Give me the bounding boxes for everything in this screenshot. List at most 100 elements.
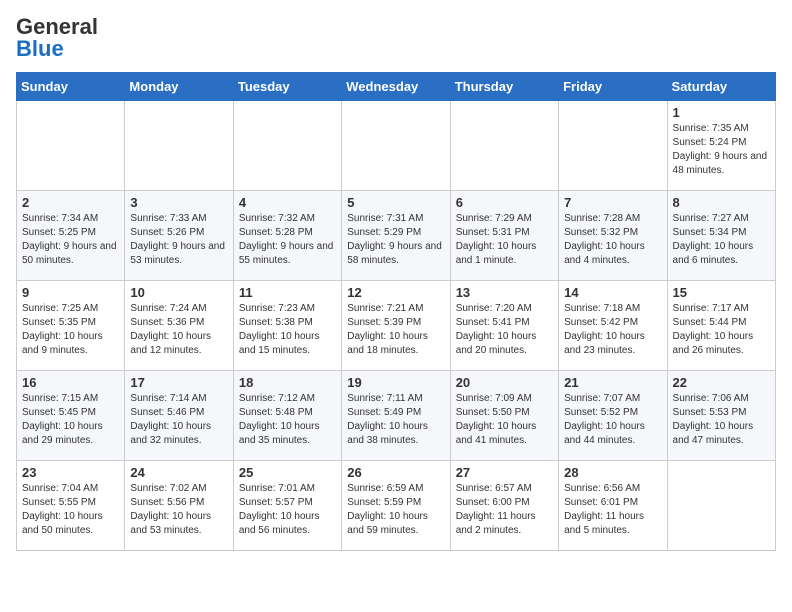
day-info: Sunrise: 7:24 AM Sunset: 5:36 PM Dayligh… [130,302,227,358]
day-number: 26 [347,465,444,480]
day-number: 13 [456,285,553,300]
calendar-cell: 13 Sunrise: 7:20 AM Sunset: 5:41 PM Dayli… [450,281,558,371]
weekday-header-sunday: Sunday [17,73,125,101]
calendar-cell: 6 Sunrise: 7:29 AM Sunset: 5:31 PM Daylig… [450,191,558,281]
day-number: 21 [564,375,661,390]
calendar-cell: 25 Sunrise: 7:01 AM Sunset: 5:57 PM Dayli… [233,461,341,551]
day-info: Sunrise: 7:28 AM Sunset: 5:32 PM Dayligh… [564,212,661,268]
weekday-header-tuesday: Tuesday [233,73,341,101]
day-number: 4 [239,195,336,210]
weekday-header-saturday: Saturday [667,73,775,101]
day-info: Sunrise: 7:11 AM Sunset: 5:49 PM Dayligh… [347,392,444,448]
calendar-cell: 27 Sunrise: 6:57 AM Sunset: 6:00 PM Dayli… [450,461,558,551]
week-row-1: 1 Sunrise: 7:35 AM Sunset: 5:24 PM Daylig… [17,101,776,191]
logo-text: General Blue [16,16,98,60]
day-number: 15 [673,285,770,300]
day-info: Sunrise: 7:14 AM Sunset: 5:46 PM Dayligh… [130,392,227,448]
day-info: Sunrise: 7:32 AM Sunset: 5:28 PM Dayligh… [239,212,336,268]
calendar-cell [559,101,667,191]
calendar-cell [667,461,775,551]
day-number: 23 [22,465,119,480]
day-info: Sunrise: 7:17 AM Sunset: 5:44 PM Dayligh… [673,302,770,358]
day-info: Sunrise: 7:21 AM Sunset: 5:39 PM Dayligh… [347,302,444,358]
day-number: 6 [456,195,553,210]
day-info: Sunrise: 7:07 AM Sunset: 5:52 PM Dayligh… [564,392,661,448]
day-info: Sunrise: 7:23 AM Sunset: 5:38 PM Dayligh… [239,302,336,358]
calendar-cell: 11 Sunrise: 7:23 AM Sunset: 5:38 PM Dayli… [233,281,341,371]
day-number: 14 [564,285,661,300]
calendar-cell: 10 Sunrise: 7:24 AM Sunset: 5:36 PM Dayli… [125,281,233,371]
day-number: 25 [239,465,336,480]
day-number: 5 [347,195,444,210]
week-row-4: 16 Sunrise: 7:15 AM Sunset: 5:45 PM Dayli… [17,371,776,461]
day-number: 11 [239,285,336,300]
day-number: 20 [456,375,553,390]
calendar-cell: 3 Sunrise: 7:33 AM Sunset: 5:26 PM Daylig… [125,191,233,281]
calendar-cell: 28 Sunrise: 6:56 AM Sunset: 6:01 PM Dayli… [559,461,667,551]
day-number: 17 [130,375,227,390]
day-info: Sunrise: 7:20 AM Sunset: 5:41 PM Dayligh… [456,302,553,358]
day-info: Sunrise: 7:15 AM Sunset: 5:45 PM Dayligh… [22,392,119,448]
calendar-cell: 4 Sunrise: 7:32 AM Sunset: 5:28 PM Daylig… [233,191,341,281]
day-number: 3 [130,195,227,210]
day-number: 12 [347,285,444,300]
day-number: 28 [564,465,661,480]
day-info: Sunrise: 7:35 AM Sunset: 5:24 PM Dayligh… [673,122,770,178]
calendar-cell: 14 Sunrise: 7:18 AM Sunset: 5:42 PM Dayli… [559,281,667,371]
day-info: Sunrise: 7:29 AM Sunset: 5:31 PM Dayligh… [456,212,553,268]
day-info: Sunrise: 6:56 AM Sunset: 6:01 PM Dayligh… [564,482,661,538]
logo: General Blue [16,16,98,60]
day-info: Sunrise: 7:34 AM Sunset: 5:25 PM Dayligh… [22,212,119,268]
day-number: 9 [22,285,119,300]
calendar-cell: 20 Sunrise: 7:09 AM Sunset: 5:50 PM Dayli… [450,371,558,461]
week-row-2: 2Sunrise: 7:34 AM Sunset: 5:25 PM Daylig… [17,191,776,281]
day-number: 10 [130,285,227,300]
day-number: 22 [673,375,770,390]
day-info: Sunrise: 7:06 AM Sunset: 5:53 PM Dayligh… [673,392,770,448]
logo-blue: Blue [16,36,64,61]
calendar-cell: 26 Sunrise: 6:59 AM Sunset: 5:59 PM Dayli… [342,461,450,551]
calendar-cell: 2Sunrise: 7:34 AM Sunset: 5:25 PM Daylig… [17,191,125,281]
calendar-cell: 12 Sunrise: 7:21 AM Sunset: 5:39 PM Dayli… [342,281,450,371]
calendar-table: SundayMondayTuesdayWednesdayThursdayFrid… [16,72,776,551]
day-info: Sunrise: 7:33 AM Sunset: 5:26 PM Dayligh… [130,212,227,268]
calendar-cell: 1 Sunrise: 7:35 AM Sunset: 5:24 PM Daylig… [667,101,775,191]
calendar-cell [17,101,125,191]
day-number: 27 [456,465,553,480]
day-info: Sunrise: 7:25 AM Sunset: 5:35 PM Dayligh… [22,302,119,358]
weekday-header-monday: Monday [125,73,233,101]
calendar-cell: 5 Sunrise: 7:31 AM Sunset: 5:29 PM Daylig… [342,191,450,281]
weekday-header-friday: Friday [559,73,667,101]
day-info: Sunrise: 7:12 AM Sunset: 5:48 PM Dayligh… [239,392,336,448]
day-info: Sunrise: 6:59 AM Sunset: 5:59 PM Dayligh… [347,482,444,538]
calendar-cell [125,101,233,191]
page-header: General Blue [16,16,776,60]
week-row-3: 9 Sunrise: 7:25 AM Sunset: 5:35 PM Daylig… [17,281,776,371]
header-row: SundayMondayTuesdayWednesdayThursdayFrid… [17,73,776,101]
day-info: Sunrise: 7:04 AM Sunset: 5:55 PM Dayligh… [22,482,119,538]
day-number: 19 [347,375,444,390]
day-number: 16 [22,375,119,390]
calendar-cell: 8 Sunrise: 7:27 AM Sunset: 5:34 PM Daylig… [667,191,775,281]
day-info: Sunrise: 7:01 AM Sunset: 5:57 PM Dayligh… [239,482,336,538]
weekday-header-wednesday: Wednesday [342,73,450,101]
day-info: Sunrise: 7:02 AM Sunset: 5:56 PM Dayligh… [130,482,227,538]
calendar-cell: 24Sunrise: 7:02 AM Sunset: 5:56 PM Dayli… [125,461,233,551]
day-number: 18 [239,375,336,390]
calendar-cell [233,101,341,191]
calendar-cell: 17 Sunrise: 7:14 AM Sunset: 5:46 PM Dayli… [125,371,233,461]
day-info: Sunrise: 7:18 AM Sunset: 5:42 PM Dayligh… [564,302,661,358]
day-number: 8 [673,195,770,210]
week-row-5: 23 Sunrise: 7:04 AM Sunset: 5:55 PM Dayli… [17,461,776,551]
day-info: Sunrise: 7:31 AM Sunset: 5:29 PM Dayligh… [347,212,444,268]
calendar-cell: 19 Sunrise: 7:11 AM Sunset: 5:49 PM Dayli… [342,371,450,461]
day-info: Sunrise: 7:09 AM Sunset: 5:50 PM Dayligh… [456,392,553,448]
calendar-cell: 15 Sunrise: 7:17 AM Sunset: 5:44 PM Dayli… [667,281,775,371]
day-number: 1 [673,105,770,120]
day-info: Sunrise: 6:57 AM Sunset: 6:00 PM Dayligh… [456,482,553,538]
calendar-cell: 23 Sunrise: 7:04 AM Sunset: 5:55 PM Dayli… [17,461,125,551]
day-number: 7 [564,195,661,210]
calendar-cell: 22 Sunrise: 7:06 AM Sunset: 5:53 PM Dayli… [667,371,775,461]
calendar-cell [342,101,450,191]
day-info: Sunrise: 7:27 AM Sunset: 5:34 PM Dayligh… [673,212,770,268]
